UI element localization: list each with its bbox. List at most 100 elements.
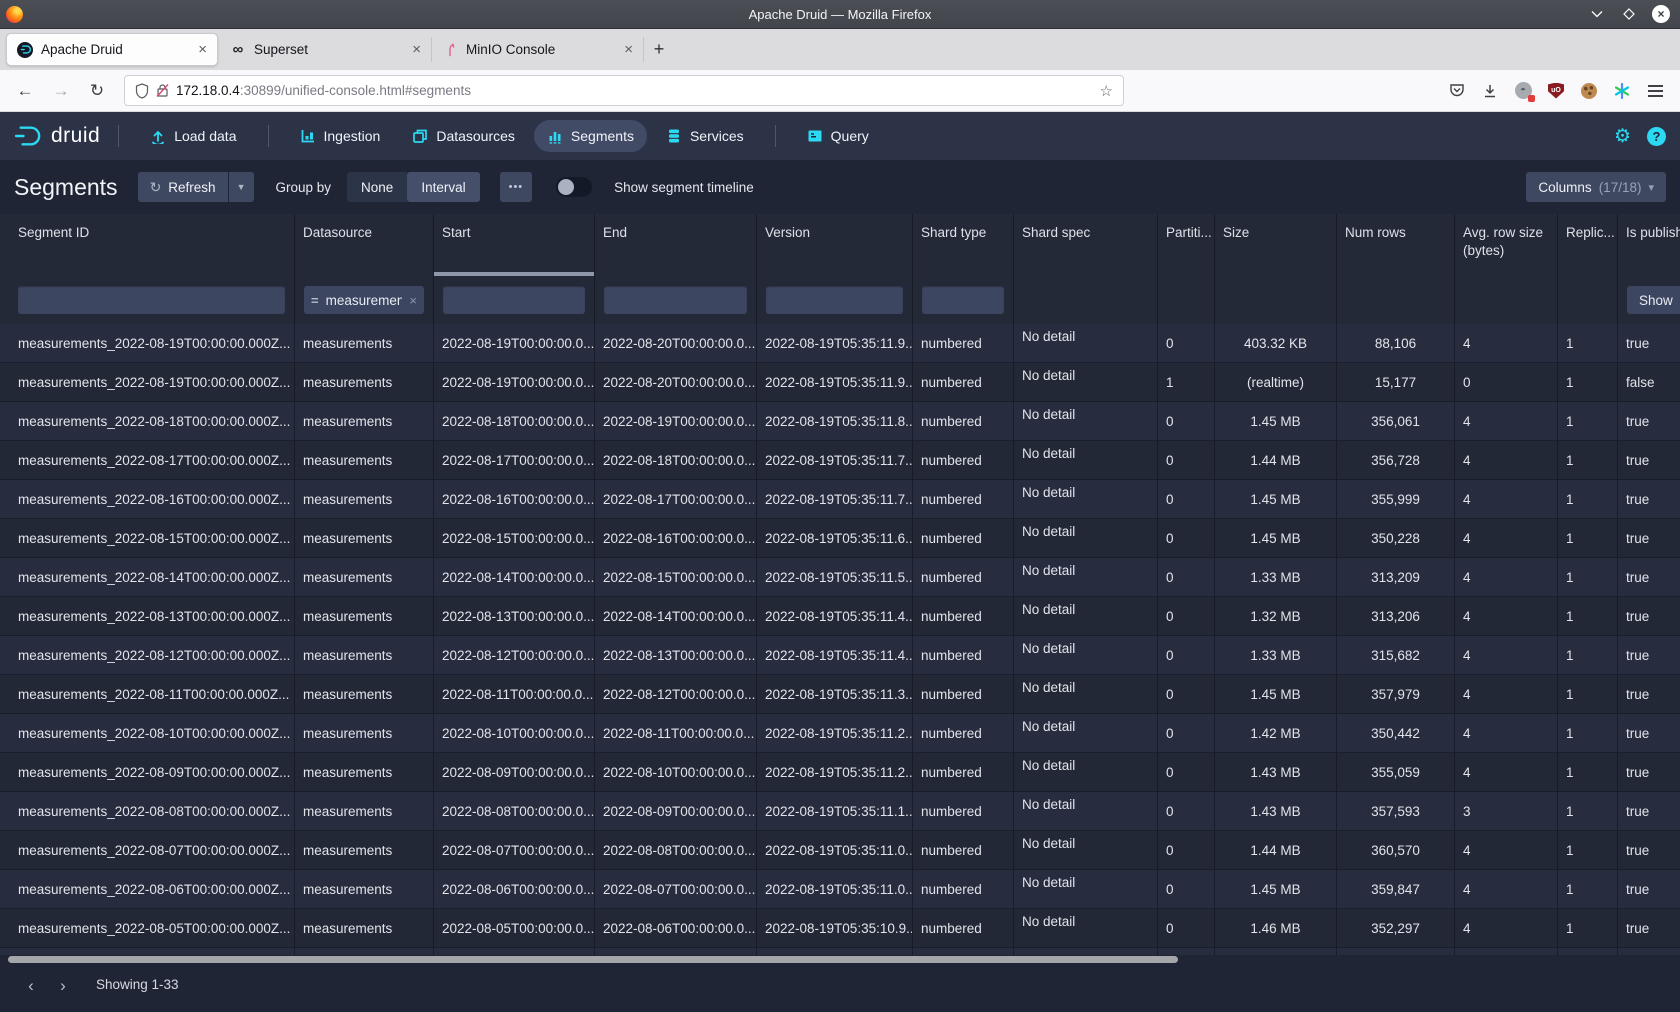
tab-apache-druid[interactable]: Apache Druid ×	[6, 33, 218, 66]
maximize-button[interactable]	[1620, 5, 1638, 23]
url-host: 172.18.0.4	[176, 83, 240, 98]
column-header-num_rows[interactable]: Num rows	[1337, 214, 1455, 276]
cell-shard_type: numbered	[913, 870, 1014, 908]
cell-partition: 0	[1158, 909, 1215, 947]
cell-segment_id: measurements_2022-08-09T00:00:00.000Z...	[0, 753, 295, 791]
caret-down-icon: ▼	[237, 182, 246, 192]
container-extension-icon[interactable]: ◓	[1514, 82, 1532, 100]
table-row[interactable]: measurements_2022-08-08T00:00:00.000Z...…	[0, 792, 1680, 831]
table-row[interactable]: measurements_2022-08-12T00:00:00.000Z...…	[0, 636, 1680, 675]
table-row[interactable]: measurements_2022-08-06T00:00:00.000Z...…	[0, 870, 1680, 909]
nav-item-segments[interactable]: Segments	[534, 120, 647, 152]
filter-cell-num_rows	[1337, 276, 1455, 324]
table-row[interactable]: measurements_2022-08-17T00:00:00.000Z...…	[0, 441, 1680, 480]
druid-brand[interactable]: druid	[14, 124, 100, 148]
column-header-partition[interactable]: Partiti...	[1158, 214, 1215, 276]
table-row[interactable]: measurements_2022-08-11T00:00:00.000Z...…	[0, 675, 1680, 714]
column-header-is_published[interactable]: Is published	[1618, 214, 1680, 276]
reload-button[interactable]: ↻	[82, 76, 112, 106]
help-icon[interactable]: ?	[1647, 127, 1666, 146]
nav-item-load-data[interactable]: Load data	[137, 120, 249, 152]
cell-version: 2022-08-19T05:35:11.7...	[757, 480, 913, 518]
nav-item-datasources[interactable]: Datasources	[399, 120, 528, 152]
cell-shard_type: numbered	[913, 675, 1014, 713]
columns-dropdown-button[interactable]: Columns (17/18) ▾	[1526, 172, 1666, 202]
pocket-icon[interactable]	[1448, 82, 1466, 100]
column-header-end[interactable]: End	[595, 214, 757, 276]
column-header-datasource[interactable]: Datasource	[295, 214, 434, 276]
forward-button[interactable]: →	[46, 76, 76, 106]
refresh-options-caret-button[interactable]: ▼	[229, 172, 254, 202]
new-tab-button[interactable]: +	[644, 29, 674, 70]
remove-filter-icon[interactable]: ×	[409, 293, 417, 308]
nav-item-query[interactable]: Query	[794, 120, 882, 152]
close-window-button[interactable]: ×	[1652, 5, 1670, 23]
tracking-shield-icon[interactable]	[135, 83, 149, 99]
insecure-lock-icon[interactable]	[156, 83, 169, 98]
is-published-filter-select[interactable]: Show	[1627, 286, 1680, 314]
table-row[interactable]: measurements_2022-08-09T00:00:00.000Z...…	[0, 753, 1680, 792]
tab-label: Apache Druid	[41, 42, 123, 57]
column-header-version[interactable]: Version	[757, 214, 913, 276]
datasource-filter-chip[interactable]: =measurements×	[304, 286, 424, 314]
colorful-asterisk-extension-icon[interactable]	[1613, 82, 1631, 100]
column-header-shard_type[interactable]: Shard type	[913, 214, 1014, 276]
tab-close-icon[interactable]: ×	[198, 41, 207, 58]
cell-datasource: measurements	[295, 909, 434, 947]
downloads-icon[interactable]	[1481, 82, 1499, 100]
tab-label: MinIO Console	[466, 42, 555, 57]
cell-num_rows: 356,061	[1337, 402, 1455, 440]
group-by-interval-button[interactable]: Interval	[407, 172, 479, 202]
table-row[interactable]: measurements_2022-08-07T00:00:00.000Z...…	[0, 831, 1680, 870]
minimize-button[interactable]	[1588, 5, 1606, 23]
column-header-size[interactable]: Size	[1215, 214, 1337, 276]
nav-item-services[interactable]: Services	[653, 120, 757, 152]
cell-datasource: measurements	[295, 831, 434, 869]
column-header-start[interactable]: Start	[434, 214, 595, 276]
table-row[interactable]: measurements_2022-08-15T00:00:00.000Z...…	[0, 519, 1680, 558]
back-button[interactable]: ←	[10, 76, 40, 106]
table-row[interactable]: measurements_2022-08-13T00:00:00.000Z...…	[0, 597, 1680, 636]
table-row[interactable]: measurements_2022-08-05T00:00:00.000Z...…	[0, 909, 1680, 948]
table-row[interactable]: measurements_2022-08-16T00:00:00.000Z...…	[0, 480, 1680, 519]
more-options-button[interactable]: •••	[500, 172, 533, 202]
refresh-button[interactable]: ↻ Refresh	[138, 172, 228, 202]
bookmark-star-icon[interactable]: ☆	[1100, 82, 1113, 100]
tab-close-icon[interactable]: ×	[624, 41, 633, 58]
tab-superset[interactable]: ∞ Superset ×	[220, 37, 432, 62]
cell-segment_id: measurements_2022-08-07T00:00:00.000Z...	[0, 831, 295, 869]
cell-is_published: true	[1618, 909, 1680, 947]
address-bar[interactable]: 172.18.0.4:30899/unified-console.html#se…	[124, 75, 1124, 106]
filter-input-end[interactable]	[604, 286, 747, 314]
column-header-segment_id[interactable]: Segment ID	[0, 214, 295, 276]
filter-input-segment_id[interactable]	[18, 286, 285, 314]
cell-version: 2022-08-19T05:35:11.8...	[757, 402, 913, 440]
column-header-avg_row_size[interactable]: Avg. row size (bytes)	[1455, 214, 1558, 276]
table-row[interactable]: measurements_2022-08-19T00:00:00.000Z...…	[0, 363, 1680, 402]
filter-input-start[interactable]	[443, 286, 585, 314]
menu-icon[interactable]	[1646, 82, 1664, 100]
filter-input-shard_type[interactable]	[922, 286, 1004, 314]
tab-minio-console[interactable]: MinIO Console ×	[432, 37, 644, 62]
ublock-origin-icon[interactable]: uO	[1547, 82, 1565, 100]
column-header-shard_spec[interactable]: Shard spec	[1014, 214, 1158, 276]
segments-icon	[547, 128, 563, 144]
cell-replicas: 1	[1558, 597, 1618, 635]
equals-icon: =	[311, 293, 319, 308]
table-row[interactable]: measurements_2022-08-14T00:00:00.000Z...…	[0, 558, 1680, 597]
nav-item-ingestion[interactable]: Ingestion	[287, 120, 394, 152]
segment-timeline-toggle[interactable]	[556, 177, 592, 197]
tab-close-icon[interactable]: ×	[412, 41, 421, 58]
cookie-extension-icon[interactable]	[1580, 82, 1598, 100]
scrollbar-thumb[interactable]	[8, 956, 1178, 963]
table-header-row: Segment IDDatasourceStartEndVersionShard…	[0, 214, 1680, 276]
filter-input-version[interactable]	[766, 286, 903, 314]
settings-gear-icon[interactable]: ⚙	[1614, 125, 1631, 148]
table-row[interactable]: measurements_2022-08-10T00:00:00.000Z...…	[0, 714, 1680, 753]
table-row[interactable]: measurements_2022-08-18T00:00:00.000Z...…	[0, 402, 1680, 441]
column-header-replicas[interactable]: Replic...	[1558, 214, 1618, 276]
group-by-none-button[interactable]: None	[347, 172, 407, 202]
table-row[interactable]: measurements_2022-08-19T00:00:00.000Z...…	[0, 324, 1680, 363]
next-page-button[interactable]: ›	[50, 974, 76, 998]
previous-page-button[interactable]: ‹	[18, 974, 44, 998]
